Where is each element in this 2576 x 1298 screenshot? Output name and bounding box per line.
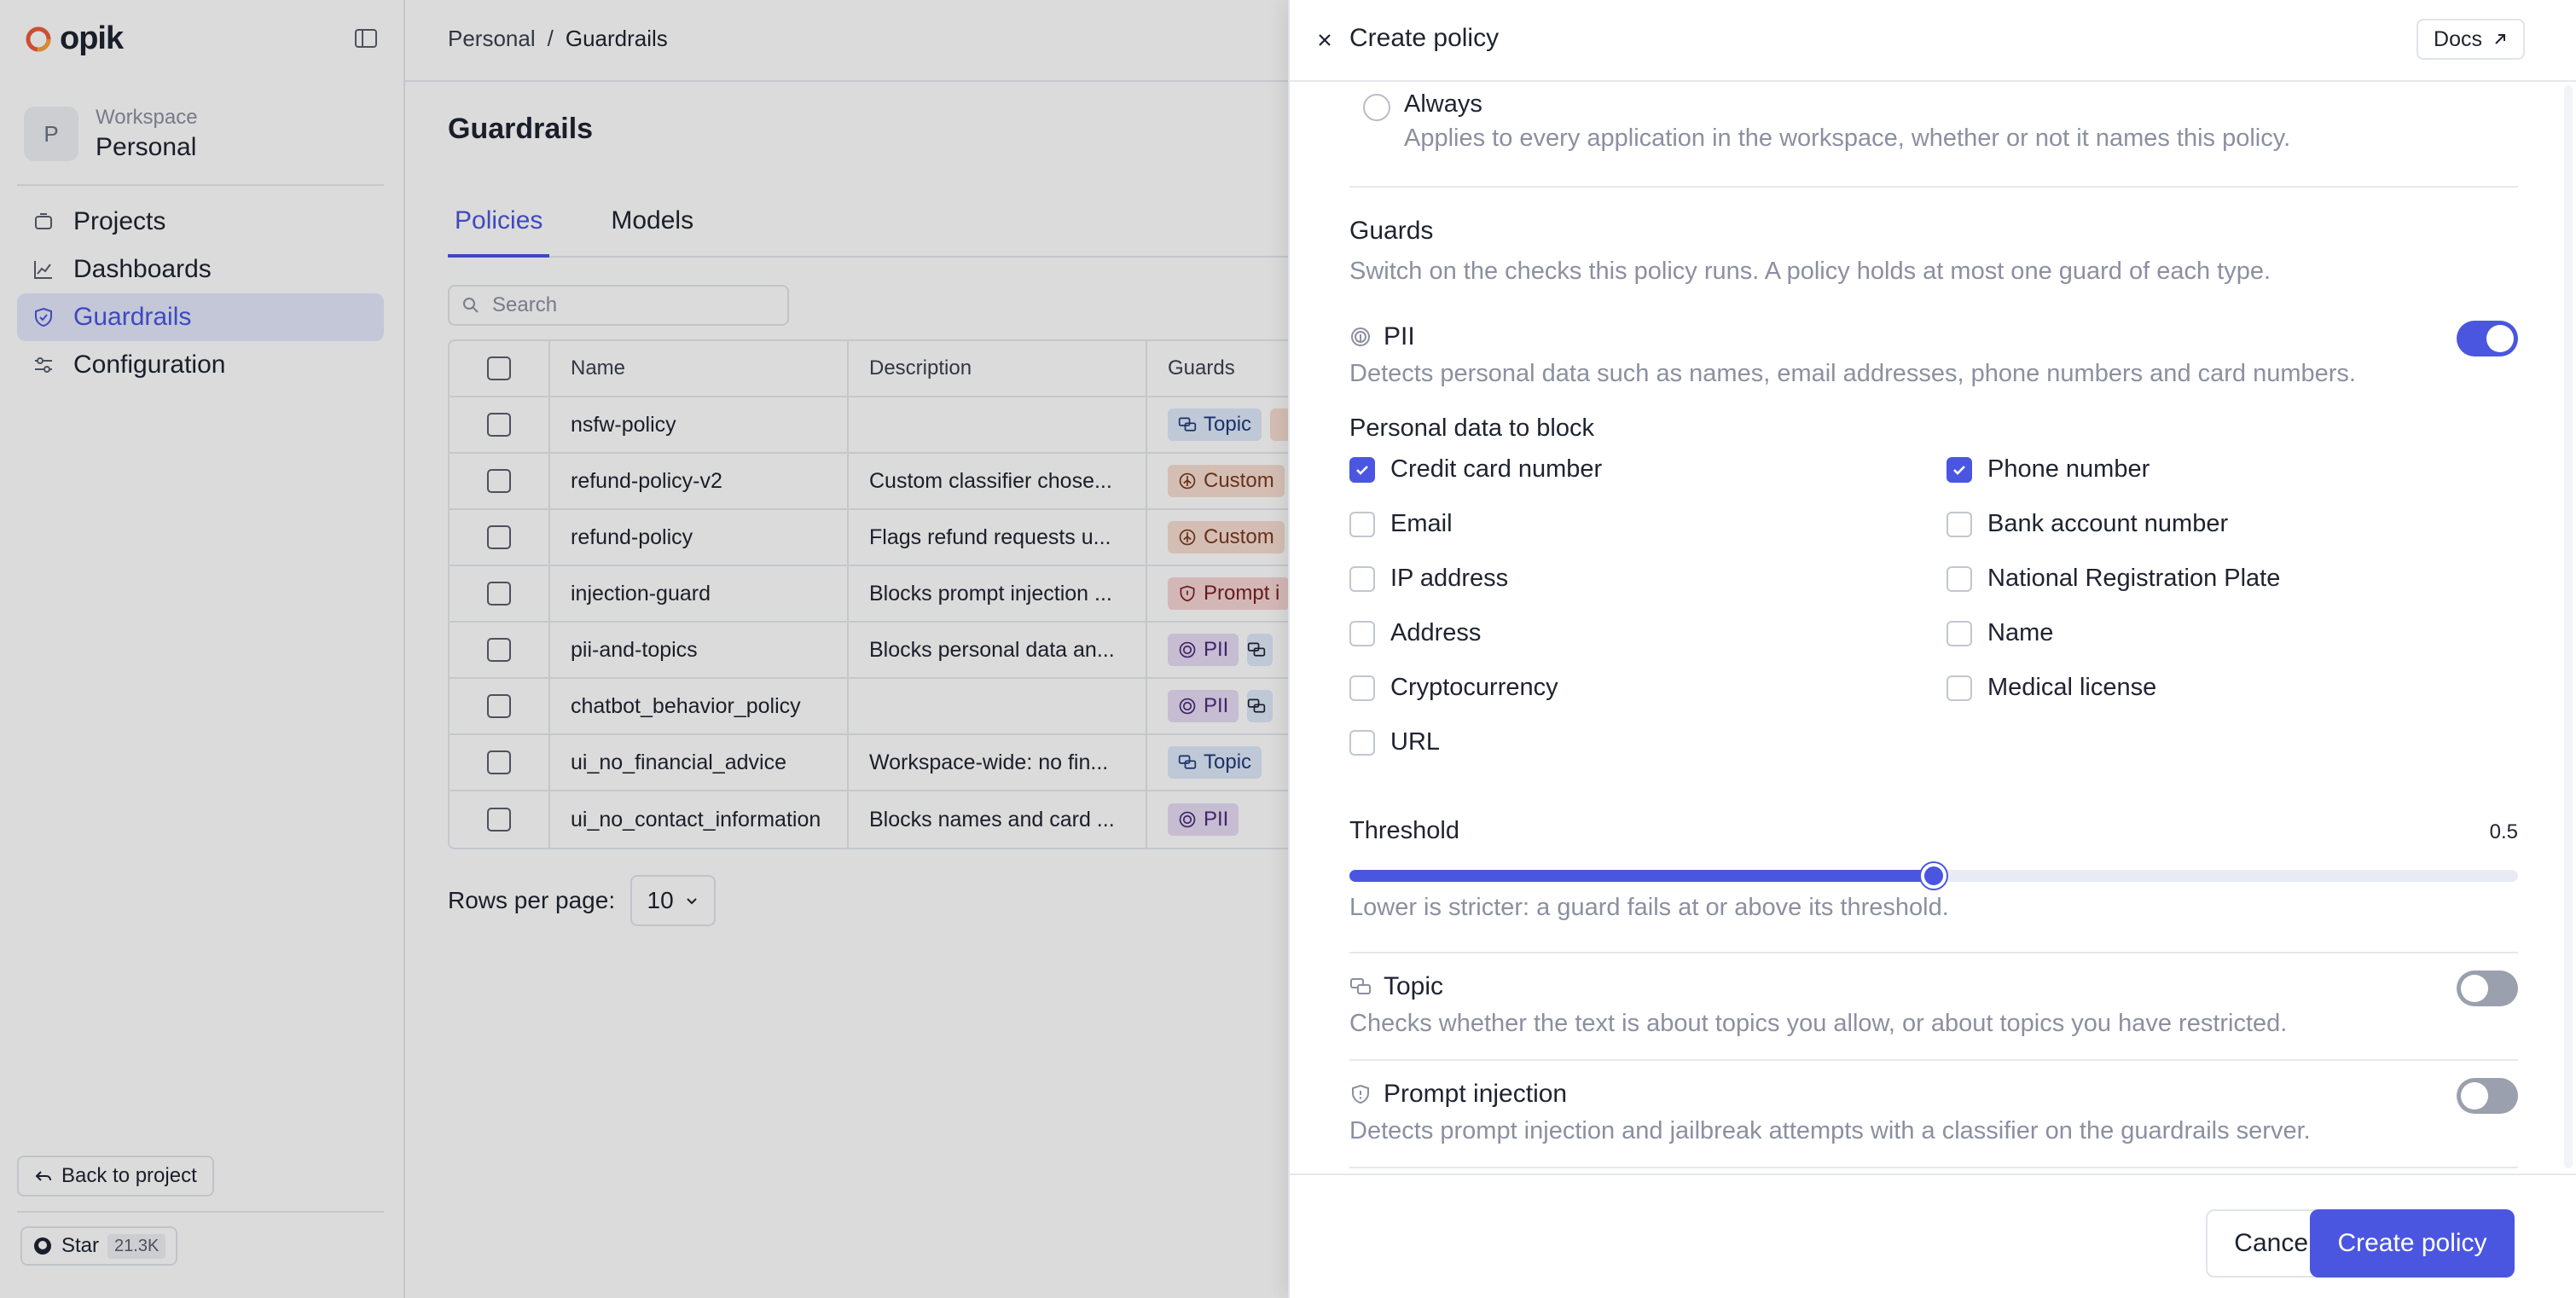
pii-option-label: National Registration Plate [1987, 565, 2281, 592]
always-radio[interactable] [1363, 94, 1390, 121]
docs-button[interactable]: Docs [2416, 19, 2525, 60]
topic-guard-toggle[interactable] [2457, 971, 2518, 1006]
threshold-hint: Lower is stricter: a guard fails at or a… [1349, 894, 1949, 921]
topic-guard-header: Topic [1349, 972, 1443, 1001]
section-divider [1349, 1167, 2518, 1168]
pii-option-label: Cryptocurrency [1390, 674, 1558, 701]
pii-option[interactable]: Bank account number [1947, 510, 2228, 538]
pii-option-label: Medical license [1987, 674, 2157, 701]
fingerprint-icon [1351, 327, 1370, 346]
pii-option-checkbox[interactable] [1947, 675, 1972, 701]
drawer-scrollbar[interactable] [2564, 85, 2573, 1168]
pii-option-checkbox[interactable] [1349, 565, 1375, 592]
pii-option[interactable]: Phone number [1947, 455, 2150, 484]
pii-option-checkbox[interactable] [1947, 565, 1972, 592]
scope-option-always[interactable]: Always Applies to every application in t… [1349, 82, 2518, 176]
external-link-icon [2495, 34, 2505, 44]
toggle-knob [2461, 975, 2488, 1002]
guards-description: Switch on the checks this policy runs. A… [1349, 258, 2271, 285]
guards-title: Guards [1349, 217, 1434, 245]
pii-option-checkbox[interactable] [1947, 620, 1972, 646]
drawer-header: Create policy Docs [1290, 0, 2576, 82]
pii-guard-toggle[interactable] [2457, 321, 2518, 356]
personal-data-title: Personal data to block [1349, 414, 1594, 442]
close-drawer-button[interactable] [1312, 27, 1337, 53]
threshold-label: Threshold [1349, 817, 1459, 844]
threshold-value: 0.5 [2489, 820, 2518, 843]
topic-guard-label: Topic [1384, 972, 1444, 1000]
chat-bubbles-icon [1350, 978, 1371, 994]
always-description: Applies to every application in the work… [1404, 125, 2291, 152]
section-divider [1349, 186, 2518, 188]
toggle-knob [2486, 325, 2514, 352]
pii-option-label: IP address [1390, 565, 1509, 592]
checkmark-icon [1953, 465, 1965, 475]
section-divider [1349, 1059, 2518, 1061]
pii-option-label: Bank account number [1987, 510, 2229, 537]
prompt-injection-guard-description: Detects prompt injection and jailbreak a… [1349, 1117, 2311, 1144]
pii-option-label: Phone number [1987, 455, 2150, 483]
pii-option-label: Name [1987, 619, 2054, 646]
pii-guard-label: PII [1384, 322, 1415, 351]
pii-option-label: URL [1390, 728, 1441, 756]
threshold-slider[interactable] [1349, 863, 2518, 889]
shield-alert-icon [1352, 1084, 1369, 1104]
prompt-injection-guard-header: Prompt injection [1349, 1080, 1567, 1109]
pii-option-checkbox[interactable] [1349, 456, 1375, 483]
docs-label: Docs [2434, 26, 2482, 51]
pii-option[interactable]: Medical license [1947, 674, 2156, 702]
section-divider [1349, 952, 2518, 953]
pii-option[interactable]: Cryptocurrency [1349, 674, 1558, 702]
pii-option-checkbox[interactable] [1947, 456, 1972, 483]
create-policy-button[interactable]: Create policy [2310, 1209, 2515, 1278]
pii-option[interactable]: National Registration Plate [1947, 565, 2280, 593]
prompt-injection-guard-label: Prompt injection [1384, 1080, 1568, 1108]
topic-guard-description: Checks whether the text is about topics … [1349, 1010, 2288, 1037]
threshold-slider-handle[interactable] [1921, 863, 1947, 889]
drawer-footer: Cancel Create policy [1290, 1173, 2576, 1298]
pii-option-label: Credit card number [1390, 455, 1603, 483]
pii-option-checkbox[interactable] [1349, 729, 1375, 756]
pii-option[interactable]: Credit card number [1349, 455, 1602, 484]
pii-option-checkbox[interactable] [1349, 511, 1375, 537]
drawer-title: Create policy [1349, 24, 1500, 52]
pii-option[interactable]: IP address [1349, 565, 1508, 593]
threshold-slider-fill [1349, 870, 1934, 882]
modal-backdrop[interactable] [0, 0, 1288, 1298]
pii-option[interactable]: Email [1349, 510, 1453, 538]
pii-option-label: Address [1390, 619, 1482, 646]
checkmark-icon [1356, 465, 1368, 475]
always-label: Always [1404, 90, 1482, 118]
prompt-injection-guard-toggle[interactable] [2457, 1078, 2518, 1114]
toggle-knob [2461, 1082, 2488, 1110]
app-root: opik P Workspace Personal Projects Dashb… [0, 0, 2576, 1298]
pii-guard-description: Detects personal data such as names, ema… [1349, 360, 2356, 387]
pii-option-label: Email [1390, 510, 1453, 537]
pii-option[interactable]: Address [1349, 619, 1481, 647]
close-icon [1319, 34, 1331, 46]
pii-option[interactable]: Name [1947, 619, 2053, 647]
create-policy-drawer: Create policy Docs Always Applies to eve… [1288, 0, 2576, 1298]
drawer-body: Always Applies to every application in t… [1349, 82, 2518, 1173]
pii-option-checkbox[interactable] [1947, 511, 1972, 537]
pii-option-checkbox[interactable] [1349, 620, 1375, 646]
pii-guard-header: PII [1349, 322, 1415, 351]
pii-option-checkbox[interactable] [1349, 675, 1375, 701]
pii-option[interactable]: URL [1349, 728, 1440, 756]
